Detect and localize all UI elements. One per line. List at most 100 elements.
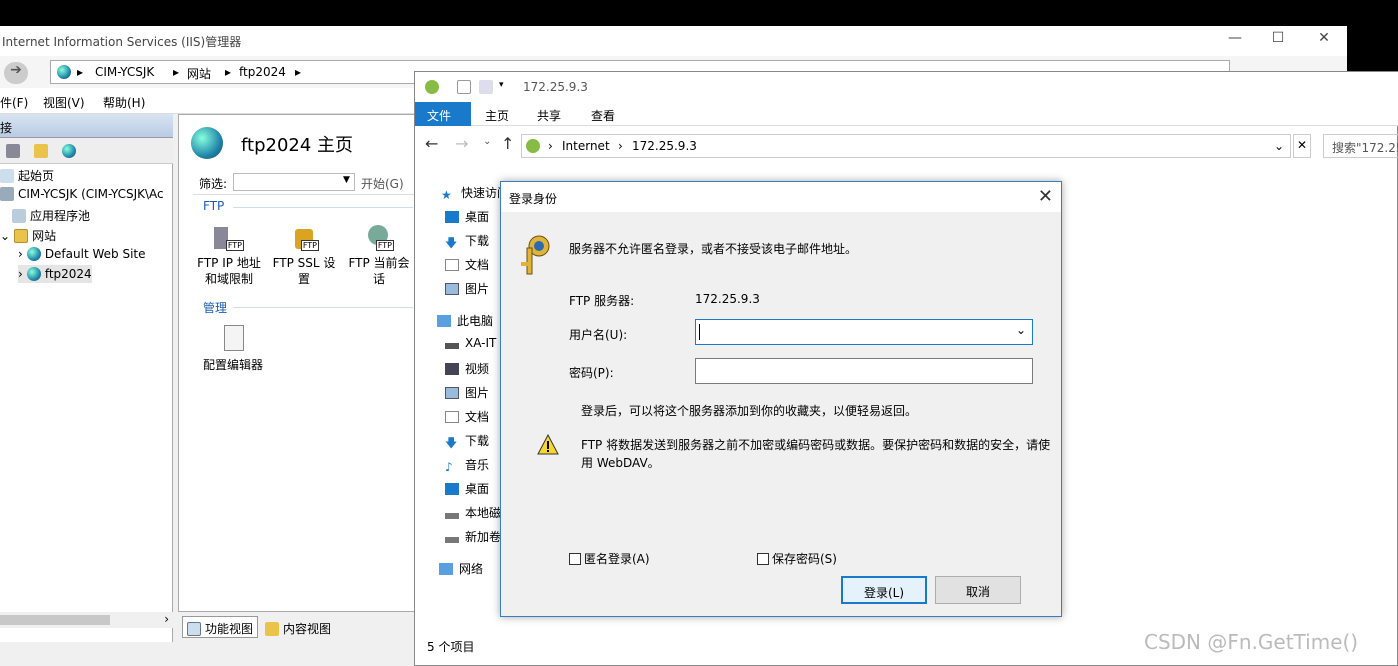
breadcrumb-sites[interactable]: 网站 bbox=[187, 65, 211, 82]
document-icon bbox=[445, 259, 459, 271]
picture-icon bbox=[445, 387, 459, 399]
explorer-address-row: ← → ⌄ ↑ › Internet › 172.25.9.3 ⌄ ✕ 搜索"1… bbox=[415, 130, 1398, 160]
disk-icon bbox=[445, 513, 459, 519]
save-icon[interactable] bbox=[6, 144, 20, 158]
content-view-button[interactable]: 内容视图 bbox=[260, 616, 336, 638]
features-view-button[interactable]: 功能视图 bbox=[182, 616, 259, 638]
minimize-button[interactable]: — bbox=[1215, 30, 1255, 52]
lock-icon: FTP bbox=[289, 221, 319, 251]
globe-icon bbox=[26, 247, 41, 261]
close-icon[interactable]: ✕ bbox=[1038, 186, 1053, 207]
up-folder-icon[interactable] bbox=[34, 144, 48, 158]
nav-videos[interactable]: 视频 bbox=[445, 360, 489, 377]
features-pane: ftp2024 主页 筛选: ▼ 开始(G) FTP FTP FTP IP 地址… bbox=[178, 114, 419, 612]
chevron-down-icon[interactable]: ⌄ bbox=[1274, 139, 1284, 153]
feature-ftp-ssl-settings[interactable]: FTP FTP SSL 设置 bbox=[268, 221, 340, 287]
chevron-down-icon[interactable]: ▼ bbox=[343, 175, 350, 185]
document-icon bbox=[445, 411, 459, 423]
nav-network[interactable]: 网络 bbox=[439, 560, 483, 577]
filter-start-button[interactable]: 开始(G) bbox=[361, 175, 404, 192]
anonymous-login-checkbox[interactable]: 匿名登录(A) bbox=[569, 550, 650, 567]
feature-config-editor[interactable]: 配置编辑器 bbox=[193, 323, 273, 373]
ribbon-tabs: 文件 主页 共享 查看 bbox=[415, 102, 1398, 126]
key-icon bbox=[517, 232, 555, 276]
maximize-button[interactable]: ☐ bbox=[1258, 30, 1298, 52]
nav-downloads[interactable]: 🡇 下载 bbox=[445, 232, 489, 250]
nav-downloads-pc[interactable]: 🡇 下载 bbox=[445, 432, 489, 450]
network-location-icon bbox=[425, 80, 439, 94]
folder-icon bbox=[14, 229, 29, 243]
menu-help[interactable]: 帮助(H) bbox=[103, 94, 145, 111]
iis-title-bar: Internet Information Services (IIS)管理器 —… bbox=[0, 26, 1347, 56]
new-folder-icon[interactable] bbox=[479, 80, 493, 94]
tab-share[interactable]: 共享 bbox=[525, 102, 573, 126]
tab-view[interactable]: 查看 bbox=[579, 102, 627, 126]
nav-pictures[interactable]: 图片 bbox=[445, 280, 489, 297]
connect-icon[interactable] bbox=[62, 144, 76, 158]
properties-icon[interactable] bbox=[457, 80, 471, 94]
tree-server[interactable]: CIM-YCSJK (CIM-YCSJK\Ac bbox=[0, 187, 164, 201]
feature-ftp-current-sessions[interactable]: FTP FTP 当前会话 bbox=[343, 221, 415, 287]
forward-icon[interactable]: → bbox=[455, 134, 468, 153]
recent-dropdown-icon[interactable]: ⌄ bbox=[483, 136, 491, 147]
dialog-title-bar: 登录身份 ✕ bbox=[501, 182, 1061, 212]
qat-dropdown-icon[interactable]: ▾ bbox=[499, 80, 504, 90]
group-ftp: FTP bbox=[203, 199, 225, 213]
chevron-down-icon[interactable]: ⌄ bbox=[1016, 323, 1026, 337]
filter-input[interactable] bbox=[233, 173, 355, 191]
password-field[interactable] bbox=[695, 358, 1033, 384]
password-label: 密码(P): bbox=[569, 366, 614, 380]
tree-default-web-site[interactable]: › Default Web Site bbox=[18, 247, 146, 261]
close-button[interactable]: ✕ bbox=[1304, 30, 1344, 52]
search-input[interactable]: 搜索"172.25 bbox=[1323, 134, 1398, 158]
video-icon bbox=[445, 363, 459, 375]
tree-ftp2024[interactable]: › ftp2024 bbox=[18, 265, 92, 283]
breadcrumb-ftp2024[interactable]: ftp2024 bbox=[239, 65, 286, 79]
nav-documents-pc[interactable]: 文档 bbox=[445, 408, 489, 425]
tree-sites[interactable]: ⌄ 网站 bbox=[0, 227, 56, 244]
menu-view[interactable]: 视图(V) bbox=[43, 94, 85, 111]
save-password-checkbox[interactable]: 保存密码(S) bbox=[757, 550, 837, 567]
watermark: CSDN @Fn.GetTime() bbox=[1144, 630, 1359, 654]
warning-text-line2: 用 WebDAV。 bbox=[581, 456, 660, 470]
feature-ftp-ip-restrictions[interactable]: FTP FTP IP 地址 和域限制 bbox=[193, 221, 265, 287]
nav-local-disk[interactable]: 本地磁 bbox=[445, 504, 501, 521]
download-icon: 🡇 bbox=[445, 236, 458, 250]
address-internet[interactable]: Internet bbox=[562, 139, 610, 153]
server-label: FTP 服务器: bbox=[569, 294, 635, 308]
up-icon[interactable]: ↑ bbox=[501, 134, 514, 153]
picture-icon bbox=[445, 283, 459, 295]
disk-icon bbox=[445, 537, 459, 543]
dialog-title: 登录身份 bbox=[509, 192, 558, 206]
nav-music[interactable]: ♪ 音乐 bbox=[445, 456, 489, 474]
menu-file[interactable]: 件(F) bbox=[0, 94, 28, 111]
username-field[interactable]: ⌄ bbox=[695, 319, 1033, 345]
nav-pictures-pc[interactable]: 图片 bbox=[445, 384, 489, 401]
back-icon[interactable]: ← bbox=[425, 134, 438, 153]
address-host[interactable]: 172.25.9.3 bbox=[632, 139, 697, 153]
connections-header: 接 bbox=[0, 114, 173, 138]
nav-quick-access[interactable]: ★ 快速访问 bbox=[441, 184, 509, 202]
nav-desktop-pc[interactable]: 桌面 bbox=[445, 480, 489, 497]
username-label: 用户名(U): bbox=[569, 328, 628, 342]
connections-toolbar bbox=[0, 138, 173, 164]
nav-this-pc[interactable]: 此电脑 bbox=[437, 312, 493, 329]
explorer-address-box[interactable]: › Internet › 172.25.9.3 ⌄ bbox=[521, 134, 1291, 158]
tree-start-page[interactable]: 起始页 bbox=[0, 167, 54, 184]
nav-desktop[interactable]: 桌面 bbox=[445, 208, 489, 225]
favorites-hint: 登录后，可以将这个服务器添加到你的收藏夹，以便轻易返回。 bbox=[581, 404, 918, 418]
nav-xa-it[interactable]: XA-IT bbox=[445, 336, 496, 350]
tree-app-pools[interactable]: 应用程序池 bbox=[12, 207, 90, 224]
page-title: ftp2024 主页 bbox=[241, 135, 354, 156]
horizontal-scrollbar[interactable]: › bbox=[0, 612, 173, 628]
nav-documents[interactable]: 文档 bbox=[445, 256, 489, 273]
forward-icon[interactable]: ➔ bbox=[4, 62, 28, 84]
breadcrumb-server[interactable]: CIM-YCSJK bbox=[95, 65, 154, 79]
login-button[interactable]: 登录(L) bbox=[841, 576, 927, 604]
nav-new-volume[interactable]: 新加卷 bbox=[445, 528, 501, 545]
cancel-button[interactable]: 取消 bbox=[935, 576, 1021, 604]
users-icon: FTP bbox=[364, 221, 394, 251]
tab-home[interactable]: 主页 bbox=[473, 102, 521, 126]
clear-address-icon[interactable]: ✕ bbox=[1293, 134, 1311, 158]
tab-file[interactable]: 文件 bbox=[415, 102, 471, 126]
